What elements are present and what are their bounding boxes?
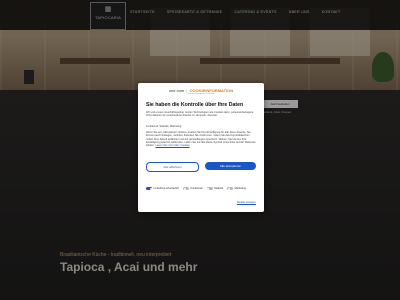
toggle-label: Unbedingt erforderlich	[153, 187, 180, 190]
toggle-switch-icon	[206, 187, 213, 190]
toggle-label: Statistik	[214, 187, 224, 190]
accept-all-button[interactable]: Alle akzeptieren	[205, 162, 256, 170]
consent-intro: Wir und unsere Geschäftspartner nutzen T…	[146, 111, 254, 118]
show-details-link[interactable]: Details anzeigen	[237, 201, 256, 204]
toggle-switch-icon	[227, 187, 234, 190]
consent-buttons: Alle ablehnen Alle akzeptieren	[146, 162, 256, 172]
consent-title: Sie haben die Kontrolle über Ihre Daten	[146, 102, 244, 108]
toggle-label: Marketing	[234, 187, 246, 190]
consent-toggles: Unbedingt erforderlich Funktional Statis…	[146, 187, 258, 190]
toggle-necessary[interactable]: Unbedingt erforderlich	[146, 187, 179, 190]
cookie-consent-dialog: one.com | COOKIEINFORMATION Consent Mana…	[138, 83, 264, 212]
toggle-functional[interactable]: Funktional	[183, 187, 203, 190]
consent-body: Wenn Sie auf „Akzeptieren“ klicken, erte…	[146, 131, 256, 147]
toggle-statistics[interactable]: Statistik	[206, 187, 224, 190]
brand-subtitle: Consent Management Platform	[187, 93, 215, 95]
more-about-cookies-link[interactable]: Lesen Sie mehr über Cookies	[155, 144, 189, 147]
toggle-switch-icon	[183, 187, 190, 190]
consent-purposes: Funktional, Statistik, Marketing	[146, 125, 182, 128]
reject-all-button[interactable]: Alle ablehnen	[146, 162, 199, 172]
toggle-label: Funktional	[190, 187, 203, 190]
toggle-marketing[interactable]: Marketing	[227, 187, 246, 190]
toggle-switch-icon	[146, 187, 152, 190]
